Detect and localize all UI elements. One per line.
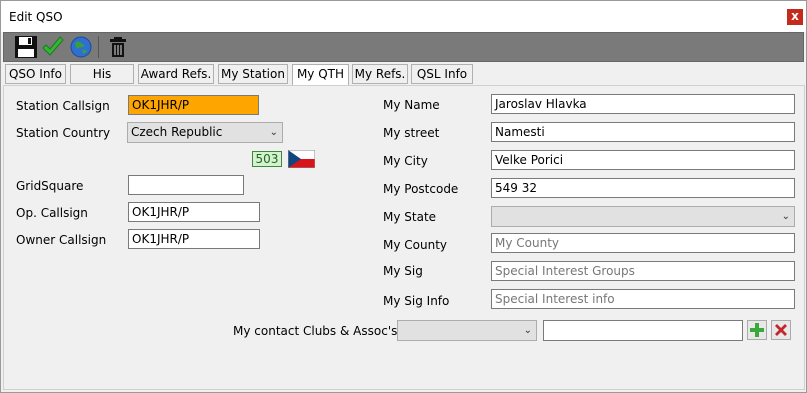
owner-callsign-label: Owner Callsign (16, 233, 107, 247)
remove-club-button[interactable] (771, 320, 791, 340)
my-name-input[interactable]: Jaroslav Hlavka (491, 94, 795, 114)
my-county-label: My County (383, 238, 448, 252)
tab-qso-info[interactable]: QSO Info (5, 64, 66, 84)
trash-icon[interactable] (106, 35, 130, 59)
czech-flag-icon (287, 149, 316, 169)
globe-icon[interactable] (69, 35, 93, 59)
tab-my-refs[interactable]: My Refs. (352, 64, 408, 84)
my-street-input[interactable]: Namesti (491, 122, 795, 142)
my-postcode-label: My Postcode (383, 182, 459, 196)
edit-qso-window: Edit QSO x QSO Info His Award Refs. My S… (0, 0, 807, 393)
toolbar-divider (98, 36, 99, 58)
tab-bar: QSO Info His details Award Refs. My Stat… (1, 64, 806, 99)
tab-my-station[interactable]: My Station (218, 64, 288, 84)
my-name-label: My Name (383, 98, 440, 112)
station-callsign-label: Station Callsign (16, 99, 110, 113)
clubs-input[interactable] (543, 320, 743, 341)
my-sig-input[interactable]: Special Interest Groups (491, 261, 795, 281)
my-postcode-input[interactable]: 549 32 (491, 178, 795, 198)
add-club-button[interactable] (747, 320, 767, 340)
op-callsign-input[interactable]: OK1JHR/P (128, 202, 260, 222)
tab-his-details[interactable]: His details (70, 64, 134, 99)
my-state-label: My State (383, 210, 437, 224)
station-country-select[interactable]: Czech Republic ⌄ (127, 122, 283, 143)
gridsquare-label: GridSquare (16, 179, 84, 193)
close-button[interactable]: x (787, 9, 803, 25)
station-country-value: Czech Republic (131, 125, 223, 139)
chevron-down-icon: ⌄ (781, 211, 790, 222)
clubs-select[interactable]: ⌄ (397, 320, 537, 341)
check-icon[interactable] (41, 35, 65, 59)
save-icon[interactable] (14, 35, 38, 59)
my-city-label: My City (383, 154, 428, 168)
my-sig-info-input[interactable]: Special Interest info (491, 289, 795, 309)
chevron-down-icon: ⌄ (269, 127, 278, 138)
my-street-label: My street (383, 126, 440, 140)
station-callsign-input[interactable]: OK1JHR/P (128, 95, 259, 115)
gridsquare-input[interactable] (128, 175, 244, 195)
plus-icon (750, 323, 764, 337)
toolbar (3, 32, 804, 62)
tab-qsl-info[interactable]: QSL Info (411, 64, 473, 84)
owner-callsign-input[interactable]: OK1JHR/P (128, 229, 260, 249)
my-state-select[interactable]: ⌄ (491, 206, 795, 227)
my-sig-label: My Sig (383, 264, 423, 278)
my-sig-info-label: My Sig Info (383, 294, 450, 308)
close-icon (775, 324, 787, 336)
title-bar: Edit QSO x (1, 1, 806, 32)
dxcc-number-badge: 503 (252, 151, 282, 167)
clubs-label: My contact Clubs & Assoc's (233, 324, 398, 338)
tab-award-refs[interactable]: Award Refs. (138, 64, 214, 84)
op-callsign-label: Op. Callsign (16, 206, 88, 220)
window-title: Edit QSO (9, 10, 63, 24)
station-country-label: Station Country (16, 126, 111, 140)
my-county-input[interactable]: My County (491, 233, 795, 253)
my-city-input[interactable]: Velke Porici (491, 150, 795, 170)
tab-my-qth[interactable]: My QTH (292, 64, 349, 86)
chevron-down-icon: ⌄ (523, 325, 532, 336)
